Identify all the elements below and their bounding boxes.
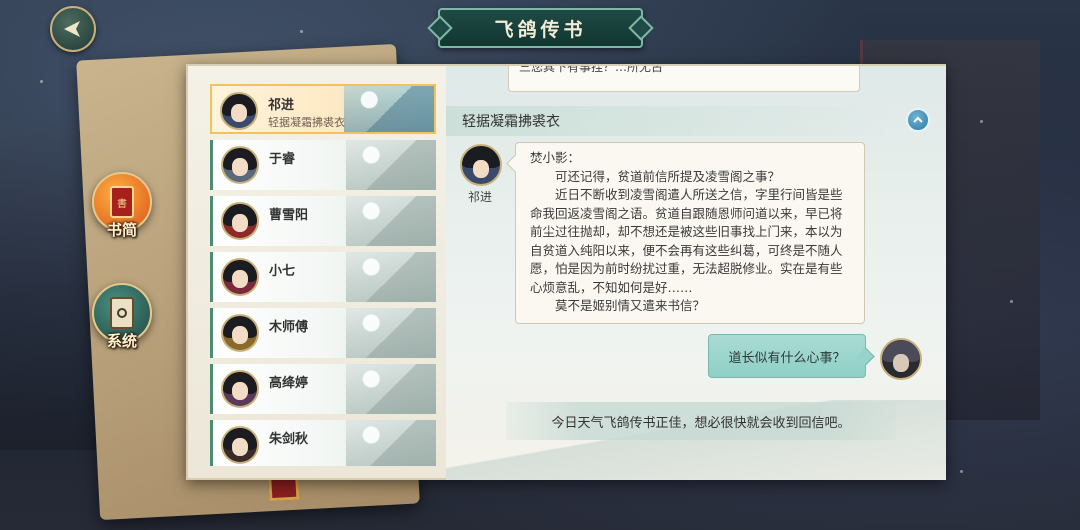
contact-name: 祁进 <box>268 98 295 113</box>
tab-system[interactable]: 系统 <box>92 283 152 350</box>
contact-item[interactable]: 于睿 <box>210 140 436 190</box>
title-banner: 飞鸽传书 <box>438 8 643 48</box>
message-panel: 祁进 轻据凝霜拂裘衣 于睿 曹雪阳 小七 木师傅 高绛婷 朱剑秋 三您其下有事挂… <box>186 64 946 480</box>
letter-paragraph: 近日不断收到凌雪阁遣人所送之信，字里行间皆是些命我回返凌雪阁之语。贫道自跟随恩师… <box>530 187 843 295</box>
avatar <box>221 314 259 352</box>
sender-name: 祁进 <box>468 190 493 204</box>
contact-item[interactable]: 小七 <box>210 252 436 302</box>
chevron-up-icon <box>913 116 923 123</box>
contact-item[interactable]: 祁进 轻据凝霜拂裘衣 <box>210 84 436 134</box>
notice-text: 今日天气飞鸽传书正佳，想必很快就会收到回信吧。 <box>551 415 851 431</box>
chat-area: 三您其下有事挂？…所无古 轻据凝霜拂裘衣 祁进 焚小影： 可还记得，贫道前信所提… <box>446 66 946 480</box>
contact-item[interactable]: 高绛婷 <box>210 364 436 414</box>
letter-salutation: 焚小影： <box>530 150 581 165</box>
scroll-icon: 書 <box>110 186 134 218</box>
contact-name: 小七 <box>269 264 296 279</box>
reply-option-button[interactable]: 道长似有什么心事？ <box>708 334 866 378</box>
contact-list[interactable]: 祁进 轻据凝霜拂裘衣 于睿 曹雪阳 小七 木师傅 高绛婷 朱剑秋 <box>210 84 438 466</box>
lantern-icon <box>110 297 134 329</box>
contact-name: 朱剑秋 <box>269 432 309 447</box>
page-title: 飞鸽传书 <box>494 18 587 41</box>
avatar <box>220 92 258 130</box>
previous-message-text: 三您其下有事挂？…所无古 <box>519 66 664 74</box>
reply-text: 道长似有什么心事？ <box>728 350 846 366</box>
contact-name: 木师傅 <box>269 320 309 335</box>
avatar <box>221 370 259 408</box>
avatar <box>221 426 259 464</box>
avatar <box>221 258 259 296</box>
contact-item[interactable]: 木师傅 <box>210 308 436 358</box>
contact-subtitle: 轻据凝霜拂裘衣 <box>268 116 345 129</box>
avatar <box>221 146 259 184</box>
chat-header: 轻据凝霜拂裘衣 <box>446 106 886 136</box>
previous-message-bubble: 三您其下有事挂？…所无古 <box>508 66 860 92</box>
sender-avatar <box>460 144 502 186</box>
status-notice: 今日天气飞鸽传书正佳，想必很快就会收到回信吧。 <box>506 402 896 440</box>
player-avatar <box>880 338 922 380</box>
letter-paragraph: 莫不是姬别情又遣来书信？ <box>555 298 706 313</box>
contact-item[interactable]: 朱剑秋 <box>210 420 436 466</box>
letter-paragraph: 可还记得，贫道前信所提及凌雪阁之事？ <box>555 168 781 184</box>
chat-header-title: 轻据凝霜拂裘衣 <box>462 114 560 130</box>
contact-name: 于睿 <box>269 152 296 167</box>
contact-name: 曹雪阳 <box>269 208 309 223</box>
back-button[interactable] <box>50 6 96 52</box>
collapse-button[interactable] <box>906 108 930 132</box>
letter-bubble: 焚小影： 可还记得，贫道前信所提及凌雪阁之事？ 近日不断收到凌雪阁遣人所送之信，… <box>515 142 865 324</box>
contact-name: 高绛婷 <box>269 376 309 391</box>
tab-mail-label: 书简 <box>106 221 138 239</box>
avatar <box>221 202 259 240</box>
tab-mail[interactable]: 書 书简 <box>92 172 152 239</box>
tab-system-label: 系统 <box>106 332 138 350</box>
contact-item[interactable]: 曹雪阳 <box>210 196 436 246</box>
back-arrow-icon <box>64 21 80 37</box>
